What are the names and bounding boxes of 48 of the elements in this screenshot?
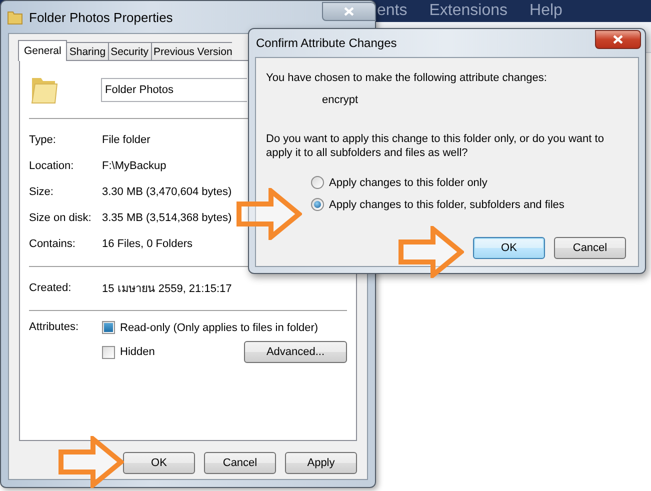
property-label: Size on disk:	[29, 212, 92, 224]
property-label: Location:	[29, 160, 75, 172]
cancel-button[interactable]: Cancel	[204, 452, 276, 474]
tab[interactable]: Previous Version	[150, 42, 232, 60]
property-label: Type:	[29, 134, 57, 146]
close-button[interactable]	[322, 2, 376, 21]
checkbox-label: Hidden	[120, 346, 155, 358]
folder-icon	[7, 9, 23, 25]
tab[interactable]: General	[18, 40, 68, 61]
property-value: F:\MyBackup	[102, 160, 166, 172]
arrow-icon	[58, 436, 124, 488]
property-value: File folder	[102, 134, 150, 146]
checkbox[interactable]	[102, 321, 115, 334]
question-text: Do you want to apply this change to this folder only, or do you want to apply it to all subfolders and files as well?	[266, 132, 605, 160]
property-value: 16 Files, 0 Folders	[102, 238, 192, 250]
arrow-icon	[398, 226, 464, 278]
name-field[interactable]: Folder Photos	[101, 78, 247, 102]
attributes-label: Attributes:	[29, 321, 80, 335]
attribute-change: encrypt	[322, 94, 360, 106]
radio-button[interactable]	[311, 176, 324, 189]
tab[interactable]: Security	[108, 42, 152, 60]
property-label: Created:	[29, 282, 72, 294]
window-title: Folder Photos Properties	[29, 10, 173, 24]
property-label: Contains:	[29, 238, 76, 250]
checkbox[interactable]	[102, 346, 115, 358]
radio-label: Apply changes to this folder only	[329, 176, 488, 188]
menu-item[interactable]: Help	[530, 2, 562, 20]
property-value: 3.30 MB (3,470,604 bytes)	[102, 186, 232, 198]
advanced-button[interactable]: Advanced...	[244, 341, 347, 363]
close-icon	[344, 7, 354, 16]
checkbox-label: Read-only (Only applies to files in folder)	[120, 322, 318, 334]
ok-button[interactable]: OK	[473, 237, 545, 259]
menu-item[interactable]: Extensions	[429, 2, 508, 20]
ok-button[interactable]: OK	[123, 452, 195, 474]
property-value: 15 เมษายน 2559, 21:15:17	[102, 282, 232, 297]
radio-label: Apply changes to this folder, subfolders and files	[329, 198, 564, 210]
apply-button[interactable]: Apply	[285, 452, 357, 474]
radio-button[interactable]	[311, 198, 324, 211]
menu-item[interactable]: ents	[377, 2, 408, 20]
property-value: 3.35 MB (3,514,368 bytes)	[102, 212, 232, 224]
arrow-icon	[236, 188, 302, 240]
message-text: You have chosen to make the following attribute changes:	[266, 72, 548, 84]
property-label: Size:	[29, 186, 54, 198]
cancel-button[interactable]: Cancel	[554, 237, 626, 259]
close-button[interactable]	[595, 30, 641, 49]
tab[interactable]: Sharing	[66, 42, 109, 60]
close-icon	[613, 35, 623, 44]
dialog-title: Confirm Attribute Changes	[256, 36, 397, 50]
